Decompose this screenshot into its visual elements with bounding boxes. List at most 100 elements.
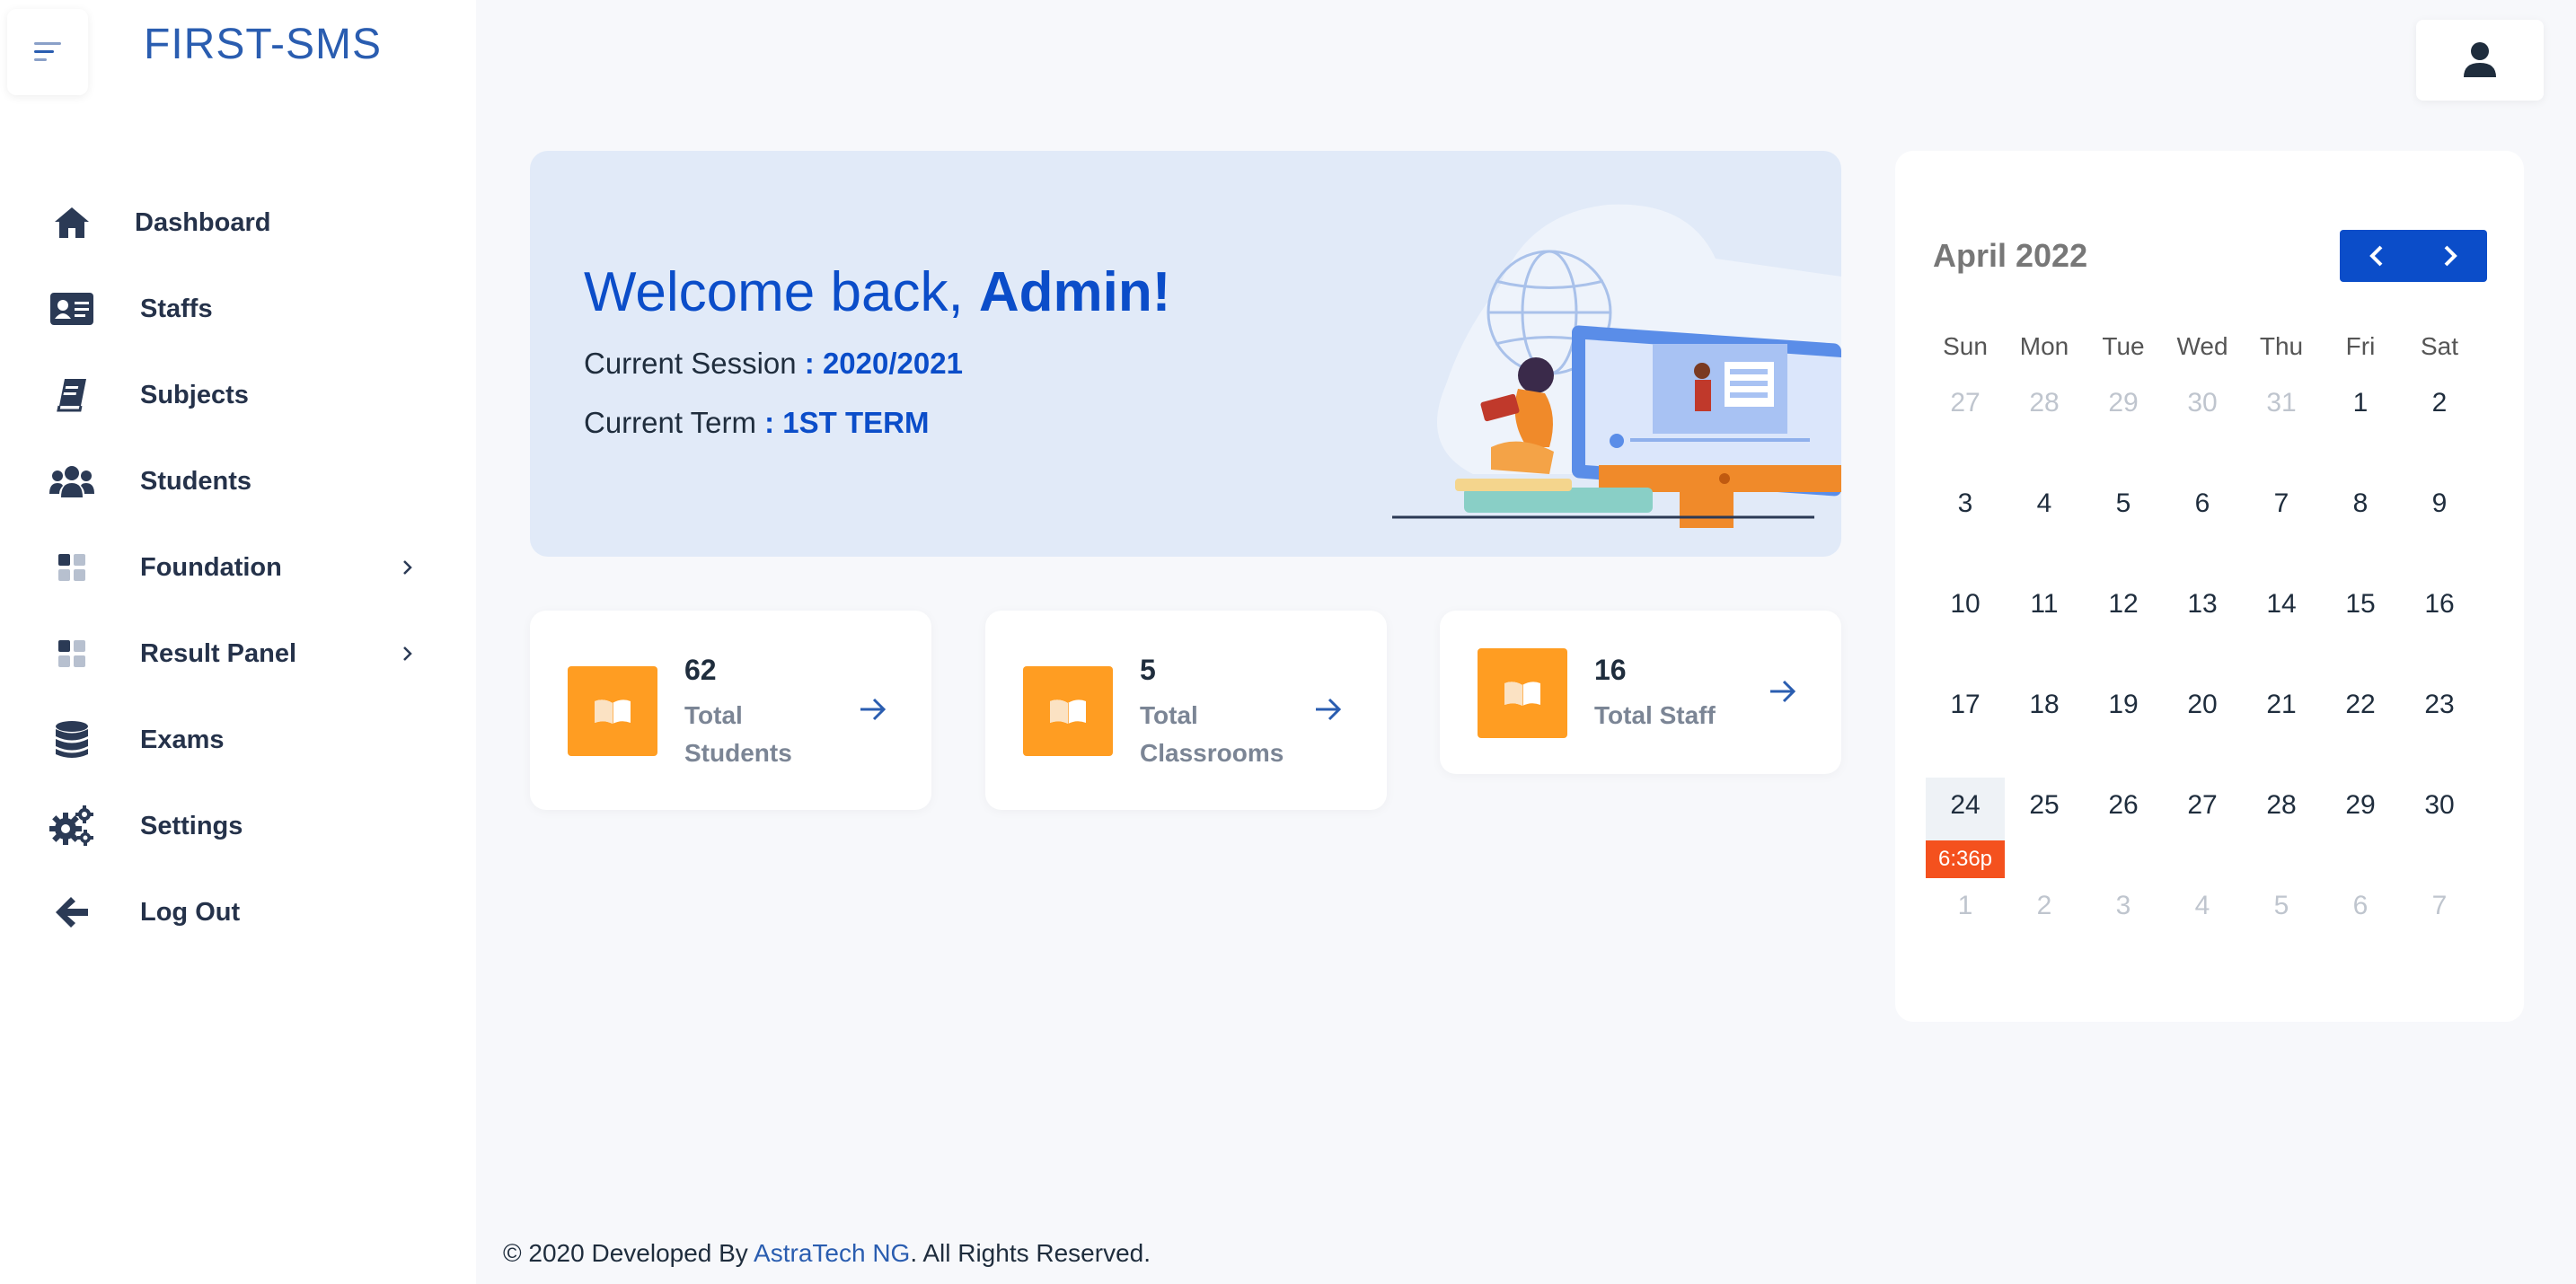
sidebar-item-label: Result Panel [140, 638, 297, 668]
stat-card-students[interactable]: 62 Total Students [530, 611, 931, 810]
calendar-day[interactable]: 16 [2400, 576, 2479, 677]
calendar-day-number: 1 [1957, 891, 1973, 920]
users-icon [47, 456, 97, 506]
calendar-day[interactable]: 2 [2005, 878, 2084, 979]
calendar-day[interactable]: 4 [2005, 476, 2084, 576]
calendar-day-number: 9 [2431, 488, 2448, 518]
stat-value: 5 [1140, 654, 1156, 686]
calendar-day[interactable]: 30 [2400, 778, 2479, 878]
calendar-day[interactable]: 9 [2400, 476, 2479, 576]
calendar-day-number: 27 [2187, 790, 2218, 820]
calendar-day[interactable]: 29 [2321, 778, 2400, 878]
footer-developer-link[interactable]: AstraTech NG [754, 1239, 910, 1267]
term-label: Current Term [584, 406, 765, 439]
sidebar: FIRST-SMS Dashboard Staffs Subjects Stud… [0, 0, 476, 1284]
weekday-label: Thu [2259, 332, 2304, 360]
calendar-day[interactable]: 21 [2242, 677, 2321, 778]
calendar-day[interactable]: 11 [2005, 576, 2084, 677]
calendar-day[interactable]: 6 [2321, 878, 2400, 979]
sidebar-item-log-out[interactable]: Log Out [0, 869, 476, 955]
calendar-next-button[interactable] [2413, 230, 2487, 282]
book-icon [47, 370, 97, 420]
welcome-greeting: Welcome back, [584, 261, 979, 323]
calendar-day[interactable]: 18 [2005, 677, 2084, 778]
calendar-day[interactable]: 1 [1926, 878, 2005, 979]
calendar-day[interactable]: 10 [1926, 576, 2005, 677]
sidebar-item-label: Dashboard [135, 207, 271, 237]
arrow-right-icon[interactable] [1763, 672, 1803, 711]
calendar-week-row: 1 2 3 4 5 6 7 [1926, 878, 2508, 979]
calendar-day[interactable]: 19 [2084, 677, 2163, 778]
calendar-day[interactable]: 26 [2084, 778, 2163, 878]
calendar-day[interactable]: 28 [2242, 778, 2321, 878]
calendar-day[interactable]: 14 [2242, 576, 2321, 677]
sidebar-item-label: Staffs [140, 294, 213, 323]
calendar-day-today[interactable]: 24 6:36p [1926, 778, 2005, 878]
calendar-day[interactable]: 28 [2005, 375, 2084, 476]
stat-value: 62 [684, 654, 717, 686]
calendar-day[interactable]: 27 [2163, 778, 2242, 878]
calendar-day[interactable]: 20 [2163, 677, 2242, 778]
calendar-day-number: 6 [2352, 891, 2369, 920]
calendar-day[interactable]: 6 [2163, 476, 2242, 576]
sidebar-item-settings[interactable]: Settings [0, 783, 476, 869]
book-open-icon [1023, 666, 1113, 756]
calendar-day[interactable]: 22 [2321, 677, 2400, 778]
calendar-day[interactable]: 25 [2005, 778, 2084, 878]
weekday-label: Wed [2176, 332, 2228, 360]
calendar-day-number: 5 [2115, 488, 2131, 518]
calendar-day-number: 21 [2266, 690, 2297, 719]
calendar-day[interactable]: 7 [2242, 476, 2321, 576]
calendar-day[interactable]: 17 [1926, 677, 2005, 778]
calendar-day[interactable]: 1 [2321, 375, 2400, 476]
home-icon [47, 198, 97, 248]
chevron-right-icon[interactable] [395, 555, 420, 580]
calendar-day[interactable]: 7 [2400, 878, 2479, 979]
grid-icon [47, 542, 97, 593]
calendar-day[interactable]: 3 [2084, 878, 2163, 979]
welcome-heading: Welcome back, Admin! [584, 260, 1170, 324]
calendar-day[interactable]: 23 [2400, 677, 2479, 778]
sidebar-item-result-panel[interactable]: Result Panel [0, 611, 476, 697]
calendar-day-number: 22 [2345, 690, 2376, 719]
sidebar-item-foundation[interactable]: Foundation [0, 524, 476, 611]
calendar-day[interactable]: 3 [1926, 476, 2005, 576]
chevron-right-icon[interactable] [395, 641, 420, 666]
sidebar-item-subjects[interactable]: Subjects [0, 352, 476, 438]
calendar-day[interactable]: 8 [2321, 476, 2400, 576]
sidebar-item-students[interactable]: Students [0, 438, 476, 524]
calendar-day[interactable]: 12 [2084, 576, 2163, 677]
calendar-day[interactable]: 15 [2321, 576, 2400, 677]
stat-card-staff[interactable]: 16 Total Staff [1440, 611, 1841, 774]
calendar-day[interactable]: 30 [2163, 375, 2242, 476]
arrow-right-icon[interactable] [853, 690, 893, 729]
calendar-day[interactable]: 29 [2084, 375, 2163, 476]
calendar-prev-button[interactable] [2340, 230, 2413, 282]
stat-card-classrooms[interactable]: 5 Total Classrooms [985, 611, 1387, 810]
calendar-day[interactable]: 4 [2163, 878, 2242, 979]
calendar-day[interactable]: 5 [2242, 878, 2321, 979]
calendar-day[interactable]: 27 [1926, 375, 2005, 476]
calendar-day[interactable]: 31 [2242, 375, 2321, 476]
calendar-day-number: 23 [2424, 690, 2455, 719]
calendar-widget: April 2022 Sun Mon Tue Wed Thu Fri Sat 27 28 29 3… [1895, 151, 2524, 1022]
database-icon [47, 715, 97, 765]
stat-label: Total Staff [1594, 701, 1716, 729]
sidebar-item-dashboard[interactable]: Dashboard [0, 180, 476, 266]
calendar-day[interactable]: 2 [2400, 375, 2479, 476]
sidebar-item-label: Foundation [140, 552, 282, 582]
footer: © 2020 Developed By AstraTech NG. All Ri… [503, 1239, 1151, 1268]
calendar-day[interactable]: 5 [2084, 476, 2163, 576]
calendar-day-number: 2 [2431, 388, 2448, 418]
sidebar-item-staffs[interactable]: Staffs [0, 266, 476, 352]
current-session: Current Session : 2020/2021 [584, 347, 963, 381]
calendar-day[interactable]: 13 [2163, 576, 2242, 677]
arrow-right-icon[interactable] [1309, 690, 1348, 729]
chevron-right-icon [2444, 245, 2457, 267]
menu-toggle-button[interactable] [7, 9, 88, 95]
calendar-day-number: 5 [2273, 891, 2289, 920]
user-menu-button[interactable] [2416, 20, 2544, 101]
sidebar-nav: Dashboard Staffs Subjects Students Found… [0, 180, 476, 955]
sidebar-item-exams[interactable]: Exams [0, 697, 476, 783]
calendar-title: April 2022 [1933, 237, 2088, 274]
